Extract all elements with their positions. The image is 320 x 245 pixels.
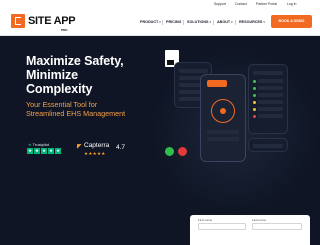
- trustpilot-label: ★ Trustpilot: [28, 142, 49, 147]
- logo-text[interactable]: SITE APP: [28, 15, 76, 27]
- trustpilot-star-icon: ★: [28, 142, 32, 147]
- partner-portal-link[interactable]: Partner Portal: [256, 2, 277, 6]
- phone-row: [207, 130, 239, 134]
- status-dot-icon: [253, 87, 256, 90]
- star-icon: ★: [55, 148, 61, 154]
- card-row: [258, 114, 283, 118]
- hero-subtitle-line1: Your Essential Tool for: [26, 100, 98, 109]
- card-row: [258, 86, 283, 90]
- nav-divider: [162, 20, 163, 25]
- status-dot-icon: [253, 80, 256, 83]
- phone-row: [207, 137, 239, 141]
- nav-item-resources[interactable]: RESOURCES▾: [239, 20, 265, 24]
- dashboard-card-right: [248, 64, 288, 134]
- login-link[interactable]: Log In: [287, 2, 296, 6]
- phone-status-badge: [207, 80, 227, 87]
- accept-call-icon: [165, 147, 174, 156]
- card-row: [258, 93, 283, 97]
- site-app-logo-icon[interactable]: [11, 14, 25, 28]
- capterra-arrow-icon: ◤: [77, 144, 82, 150]
- nav-divider: [183, 20, 184, 25]
- bottom-info-card: [248, 138, 288, 152]
- nav-item-product[interactable]: PRODUCT▾: [140, 20, 161, 24]
- star-icon: ★: [34, 148, 40, 154]
- nav-divider: [235, 20, 236, 25]
- chevron-down-icon: ▾: [231, 20, 233, 24]
- nav-divider: [213, 20, 214, 25]
- last-name-input[interactable]: [252, 223, 302, 230]
- status-dot-icon: [253, 101, 256, 104]
- chevron-down-icon: ▾: [209, 20, 212, 24]
- trustpilot-stars: ★ ★ ★ ★ ★: [27, 148, 61, 154]
- first-name-label: First name: [198, 218, 213, 222]
- decline-call-icon: [178, 147, 187, 156]
- star-icon: ★: [27, 148, 33, 154]
- hero-title-line1: Maximize Safety,: [26, 54, 124, 68]
- utility-bar: Support Contact Partner Portal Log In: [0, 0, 320, 9]
- status-dot-icon: [253, 108, 256, 111]
- status-dot-icon: [253, 115, 256, 118]
- hero-title-line3: Complexity: [26, 82, 93, 96]
- nav-item-solutions[interactable]: SOLUTIONS▾: [187, 20, 211, 24]
- capterra-score: 4.7: [116, 144, 126, 151]
- nav-item-pricing[interactable]: PRICING: [166, 20, 181, 24]
- nav-item-about[interactable]: ABOUT▾: [217, 20, 233, 24]
- chevron-down-icon: ▾: [159, 20, 161, 24]
- contact-link[interactable]: Contact: [235, 2, 247, 6]
- card-row: [179, 69, 208, 73]
- last-name-label: Last name: [252, 218, 267, 222]
- support-link[interactable]: Support: [214, 2, 226, 6]
- capterra-stars: ★★★★★: [84, 151, 106, 156]
- book-demo-button[interactable]: BOOK A DEMO: [271, 15, 312, 28]
- status-dot-icon: [253, 94, 256, 97]
- hero-subtitle-line2: Streamlined EHS Management: [26, 109, 126, 118]
- star-icon: ★: [41, 148, 47, 154]
- capterra-label: Capterra: [84, 142, 110, 149]
- first-name-input[interactable]: [198, 223, 246, 230]
- chevron-down-icon: ▾: [263, 20, 265, 24]
- card-row: [253, 144, 283, 148]
- card-row: [258, 100, 283, 104]
- hero-title-line2: Minimize: [26, 68, 78, 82]
- phone-mockup: [200, 74, 246, 162]
- main-navbar: SITE APP PRO PRODUCT▾ PRICING SOLUTIONS▾…: [0, 9, 320, 36]
- timer-center-dot: [220, 108, 226, 114]
- star-icon: ★: [48, 148, 54, 154]
- card-row: [253, 71, 283, 75]
- card-row: [258, 79, 283, 83]
- hero-section: Maximize Safety, Minimize Complexity You…: [0, 36, 320, 245]
- demo-form: First name Last name: [190, 215, 310, 245]
- logo-pro-suffix: PRO: [61, 28, 68, 32]
- card-row: [258, 107, 283, 111]
